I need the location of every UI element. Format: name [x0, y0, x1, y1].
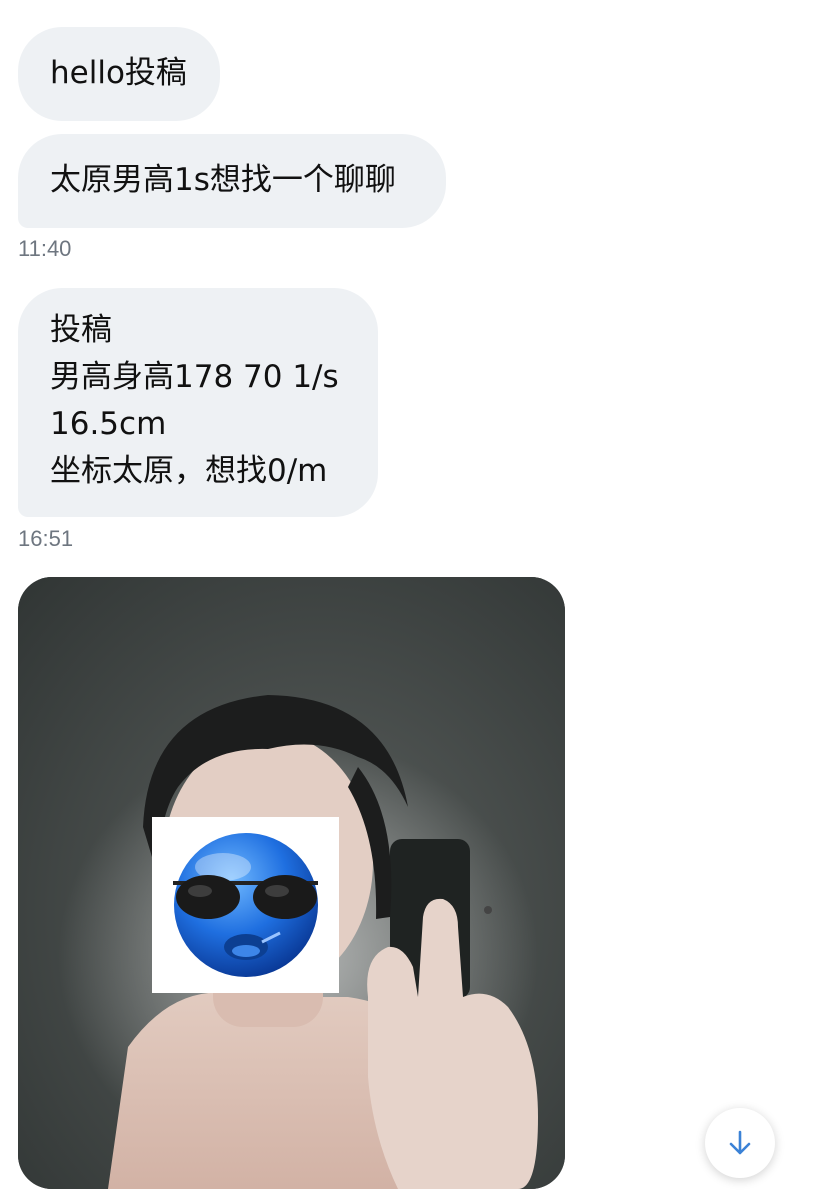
- scroll-to-bottom-button[interactable]: [705, 1108, 775, 1178]
- message-line: 男高身高178 70 1/s: [50, 359, 339, 395]
- message-bubble-2[interactable]: 太原男高1s想找一个聊聊: [18, 134, 446, 228]
- message-text: 太原男高1s想找一个聊聊: [50, 162, 396, 198]
- message-bubble-1[interactable]: hello投稿: [18, 27, 220, 121]
- message-bubble-3[interactable]: 投稿 男高身高178 70 1/s 16.5cm 坐标太原，想找0/m: [18, 288, 378, 517]
- message-text: hello投稿: [50, 55, 187, 91]
- message-line: 投稿: [50, 312, 112, 348]
- arrow-down-icon: [729, 1130, 751, 1155]
- photo-image: [18, 577, 565, 1189]
- message-line: 16.5cm: [50, 406, 167, 442]
- message-timestamp: 11:40: [18, 236, 72, 261]
- message-line: 坐标太原，想找0/m: [50, 453, 328, 489]
- photo-message[interactable]: [18, 577, 565, 1189]
- message-timestamp: 16:51: [18, 526, 74, 551]
